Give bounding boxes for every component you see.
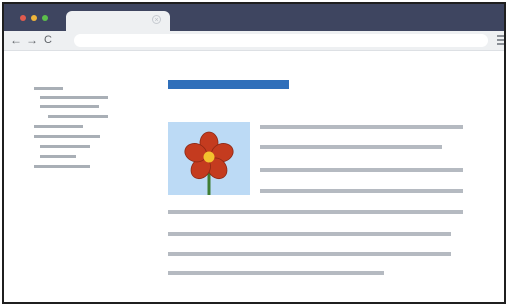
forward-arrow-icon[interactable]: → (26, 33, 38, 48)
text-line (260, 125, 463, 129)
text-line (168, 252, 451, 256)
text-line (168, 232, 451, 236)
sidebar-line (34, 165, 90, 168)
browser-window: × ← → C (2, 2, 506, 304)
text-line (260, 145, 442, 149)
text-line (260, 168, 463, 172)
reload-icon[interactable]: C (44, 33, 52, 48)
flower-image (168, 122, 250, 195)
title-bar: × (4, 4, 504, 31)
flower-icon (184, 131, 234, 195)
sidebar-line (34, 87, 63, 90)
sidebar-line (40, 96, 108, 99)
text-line (168, 271, 384, 275)
minimize-window-button[interactable] (31, 15, 37, 21)
sidebar-line (40, 155, 76, 158)
sidebar-line (40, 145, 90, 148)
close-window-button[interactable] (20, 15, 26, 21)
maximize-window-button[interactable] (42, 15, 48, 21)
address-bar[interactable] (74, 34, 488, 47)
sidebar-line (40, 105, 99, 108)
back-arrow-icon[interactable]: ← (10, 33, 22, 48)
text-line (168, 210, 463, 214)
sidebar-line (34, 125, 83, 128)
tab-close-icon[interactable]: × (152, 15, 161, 24)
browser-toolbar: ← → C (4, 31, 504, 51)
sidebar-line (34, 135, 100, 138)
sidebar-line (48, 115, 108, 118)
text-line (260, 189, 463, 193)
page-heading-placeholder (168, 80, 289, 89)
menu-icon[interactable] (497, 35, 504, 47)
